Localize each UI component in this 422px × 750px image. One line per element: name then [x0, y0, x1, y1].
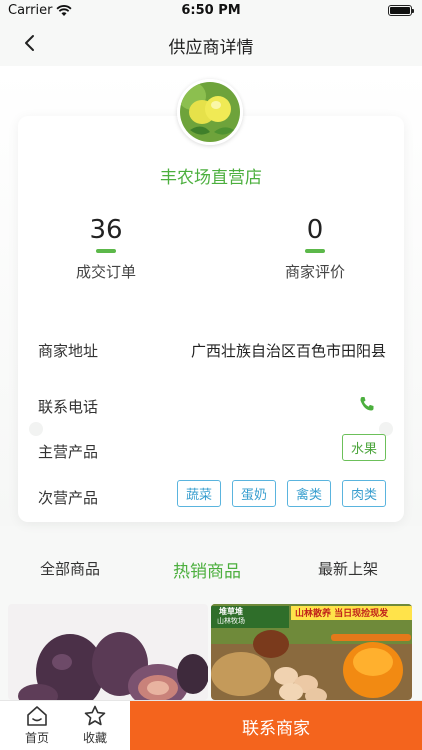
product-tabs: 全部商品 热销商品 最新上架: [0, 558, 422, 592]
battery-fill: [390, 7, 410, 14]
secondary-tag-poultry[interactable]: 禽类: [286, 480, 331, 507]
main-product-label: 主营产品: [38, 443, 99, 461]
stat-orders[interactable]: 36 成交订单: [46, 215, 166, 282]
home-tab[interactable]: 首页: [7, 704, 67, 746]
eggs-banner-left-sub: 山林牧场: [217, 617, 245, 625]
store-avatar: [177, 79, 243, 145]
stat-reviews[interactable]: 0 商家评价: [255, 215, 375, 282]
bottom-bar: 首页 收藏 联系商家: [0, 700, 422, 750]
stat-reviews-label: 商家评价: [284, 263, 345, 281]
favorite-tab-label: 收藏: [82, 731, 107, 745]
product-card-eggs[interactable]: 堆草堆 山林牧场 山林散养 当日现捡现发: [211, 604, 412, 700]
tab-new-arrivals[interactable]: 最新上架: [318, 558, 378, 579]
home-icon: [27, 706, 47, 726]
phone-button[interactable]: [358, 395, 376, 417]
card-notch-left: [29, 422, 43, 436]
status-bar: Carrier 6:50 PM: [0, 0, 422, 22]
favorite-tab[interactable]: 收藏: [65, 704, 125, 746]
eggs-banner-right: 山林散养 当日现捡现发: [295, 609, 389, 619]
home-tab-label: 首页: [24, 731, 49, 745]
stat-reviews-value: 0: [306, 215, 324, 245]
contact-merchant-button[interactable]: 联系商家: [130, 701, 422, 750]
figs-photo: [8, 604, 208, 700]
address-label: 商家地址: [38, 342, 99, 360]
secondary-product-tags: 蔬菜 蛋奶 禽类 肉类: [176, 480, 386, 507]
stat-orders-underline: [96, 249, 116, 253]
stat-orders-label: 成交订单: [75, 263, 136, 281]
stat-orders-value: 36: [89, 215, 123, 245]
status-time: 6:50 PM: [181, 3, 241, 18]
main-tag-fruit[interactable]: 水果: [341, 434, 386, 461]
product-grid: 堆草堆 山林牧场 山林散养 当日现捡现发: [0, 600, 422, 700]
product-card-figs[interactable]: [8, 604, 208, 700]
store-name: 丰农场直营店: [160, 168, 262, 188]
phone-icon: [360, 397, 374, 411]
secondary-tag-vegetables[interactable]: 蔬菜: [176, 480, 221, 507]
main-product-tags: 水果: [341, 434, 386, 461]
stat-reviews-underline: [305, 249, 325, 253]
nav-bar: 供应商详情: [0, 22, 422, 66]
battery-icon: [388, 5, 414, 16]
back-button[interactable]: [14, 28, 44, 58]
tab-hot-products[interactable]: 热销商品: [173, 557, 241, 582]
address-value: 广西壮族自治区百色市田阳县: [190, 342, 386, 360]
page-title: 供应商详情: [168, 38, 254, 58]
secondary-tag-meat[interactable]: 肉类: [341, 480, 386, 507]
star-icon: [84, 705, 106, 726]
chevron-left-icon: [25, 35, 34, 51]
lemon-avatar-image: [180, 82, 240, 142]
secondary-tag-eggs-dairy[interactable]: 蛋奶: [231, 480, 276, 507]
tab-all-products[interactable]: 全部商品: [40, 558, 100, 579]
secondary-product-label: 次营产品: [38, 489, 99, 507]
phone-label: 联系电话: [38, 398, 99, 416]
